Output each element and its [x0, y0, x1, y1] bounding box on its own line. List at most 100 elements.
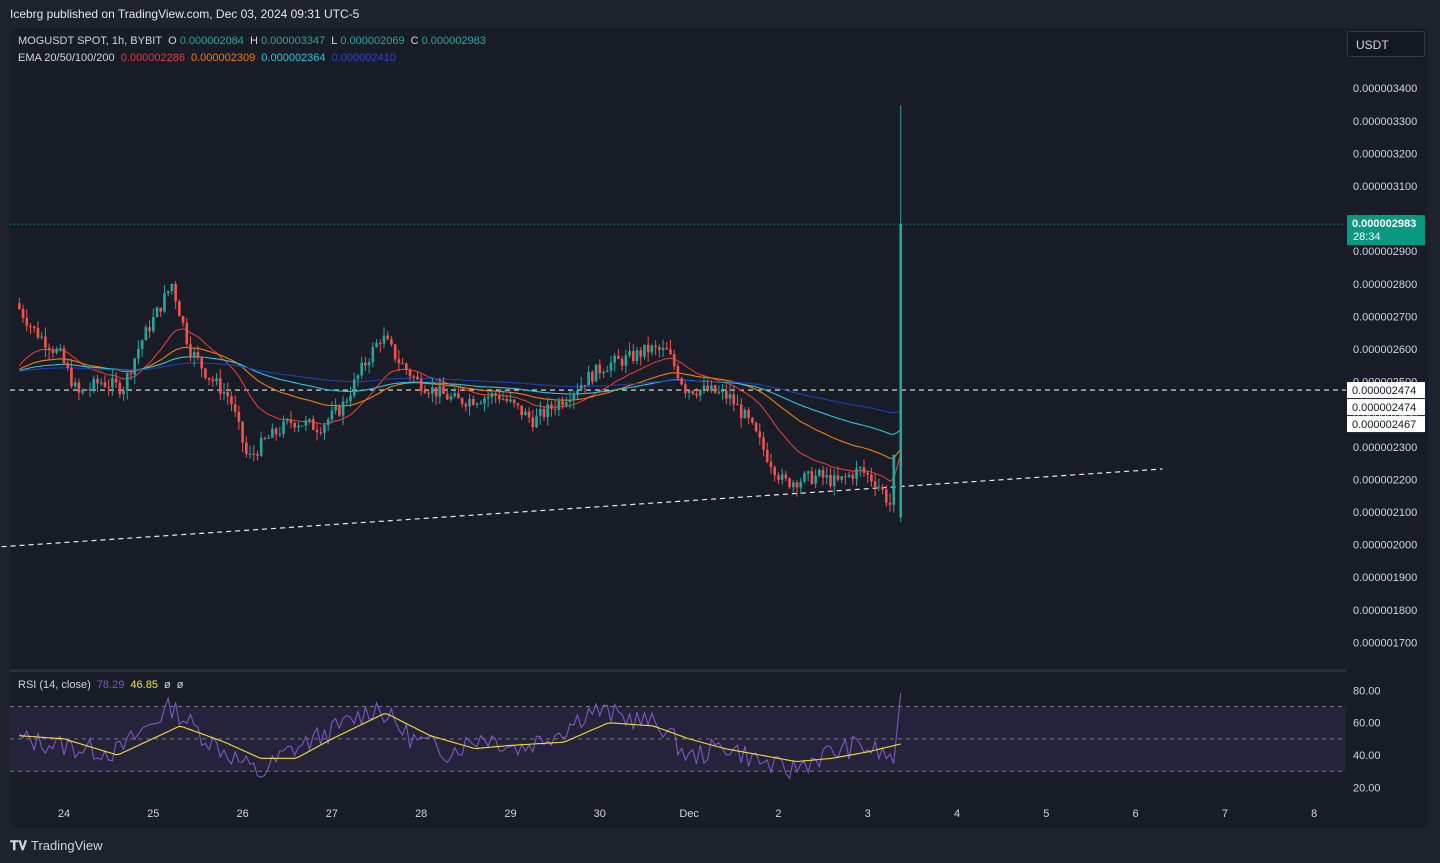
price-tick: 0.000002900: [1353, 246, 1417, 258]
candle-body: [196, 352, 200, 358]
candle-body: [62, 348, 66, 363]
candle-body: [695, 393, 698, 396]
candle-body: [617, 355, 620, 359]
candle-body: [501, 399, 505, 401]
candle-body: [509, 399, 512, 402]
candle-body: [386, 335, 390, 340]
candle-body: [542, 408, 546, 418]
tradingview-logo-icon: 𝐓𝐕: [10, 838, 27, 853]
candle-body: [460, 398, 464, 405]
rsi-legend: RSI (14, close) 78.29 46.85 ø ø: [18, 679, 184, 691]
candle-body: [877, 486, 881, 488]
candle-body: [725, 390, 728, 399]
candle-body: [77, 382, 81, 393]
candle-body: [840, 476, 843, 480]
candle-body: [431, 387, 434, 394]
ema100-value: 0.000002364: [261, 52, 326, 64]
candle-body: [892, 454, 896, 505]
candle-body: [743, 409, 747, 419]
candle-body: [300, 425, 304, 427]
candle-body: [192, 352, 196, 358]
candle-body: [285, 419, 289, 422]
rsi-tick: 60.00: [1353, 718, 1381, 730]
candle-body: [96, 378, 99, 384]
candle-body: [218, 378, 222, 394]
candle-body: [464, 404, 468, 407]
candle-body: [55, 349, 58, 353]
candle-body: [832, 475, 836, 487]
symbol-name: MOGUSDT SPOT, 1h, BYBIT: [18, 35, 163, 47]
candle-body: [747, 409, 750, 418]
candle-body: [207, 377, 211, 380]
candle-body: [252, 453, 256, 455]
candle-body: [665, 347, 669, 350]
candle-body: [516, 403, 520, 406]
candle-body: [799, 481, 803, 488]
candle-body: [494, 393, 497, 396]
price-tick: 0.000001900: [1353, 572, 1417, 584]
candle-body: [557, 400, 561, 410]
candle-body: [174, 283, 177, 302]
candle-body: [256, 454, 259, 456]
candle-body: [713, 385, 717, 393]
candle-body: [185, 322, 189, 344]
candle-body: [200, 357, 203, 369]
candle-body: [762, 437, 765, 450]
candle-body: [259, 437, 263, 456]
candle-body: [579, 384, 583, 391]
candle-body: [773, 467, 776, 476]
candle-body: [602, 371, 605, 374]
candle-body: [698, 389, 702, 396]
candle-body: [405, 363, 408, 370]
candle-body: [311, 419, 315, 430]
candle-body: [754, 422, 758, 432]
candle-body: [293, 423, 296, 428]
price-tick: 0.000001800: [1353, 605, 1417, 617]
candle-body: [326, 419, 330, 425]
price-tag-countdown: 28:34: [1353, 231, 1381, 243]
footer-brand[interactable]: 𝐓𝐕 TradingView: [10, 838, 103, 854]
candle-body: [535, 415, 538, 428]
candle-body: [471, 398, 475, 405]
time-tick: Dec: [679, 808, 699, 820]
candle-body: [669, 349, 672, 355]
candle-body: [739, 404, 743, 419]
price-tick: 0.000003100: [1353, 181, 1417, 193]
chart-canvas[interactable]: 0.000003400 0.000003300 0.000003200 0.00000…: [0, 0, 1440, 863]
candle-body: [565, 402, 568, 406]
price-tick: 0.000002700: [1353, 311, 1417, 323]
candle-body: [289, 419, 293, 424]
candle-body: [148, 327, 151, 332]
candle-body: [58, 348, 62, 350]
candle-body: [483, 398, 486, 404]
candle-body: [836, 475, 840, 480]
time-tick: 24: [58, 808, 70, 820]
trendline: [0, 468, 1163, 548]
candle-body: [639, 350, 643, 357]
rsi-tick: 20.00: [1353, 783, 1381, 795]
close-value: 0.000002983: [421, 35, 486, 47]
candle-body: [427, 392, 430, 394]
price-tick: 0.000002800: [1353, 279, 1417, 291]
rsi-tick: 40.00: [1353, 750, 1381, 762]
candle-body: [449, 396, 453, 400]
candle-body: [345, 401, 349, 403]
candle-body: [706, 385, 710, 391]
candle-body: [245, 442, 248, 454]
rsi-value: 78.29: [96, 679, 125, 691]
candle-body: [356, 375, 360, 380]
currency-button[interactable]: USDT: [1347, 31, 1425, 57]
candle-body: [866, 472, 869, 475]
candle-body: [899, 224, 903, 518]
time-tick: 30: [594, 808, 606, 820]
candle-body: [661, 347, 665, 350]
candle-body: [646, 344, 650, 353]
candle-body: [375, 342, 378, 348]
candle-body: [624, 355, 628, 366]
candle-body: [352, 379, 356, 396]
candle-body: [676, 366, 680, 379]
candle-body: [847, 474, 851, 477]
candle-body: [736, 404, 739, 406]
candle-body: [553, 408, 557, 410]
rsi-tick: 80.00: [1353, 685, 1381, 697]
